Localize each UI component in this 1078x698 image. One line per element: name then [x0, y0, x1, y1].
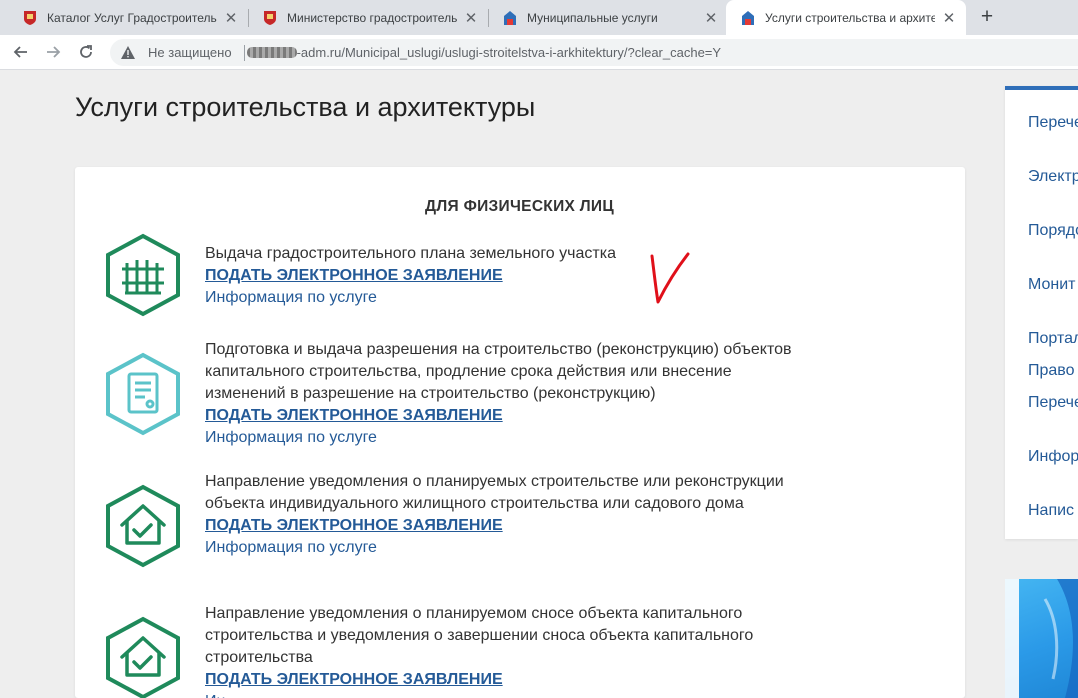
- service-name: Выдача градостроительного плана земельно…: [205, 245, 616, 262]
- close-icon[interactable]: ✕: [463, 10, 479, 27]
- house-check-icon: [105, 484, 181, 568]
- fence-icon: [105, 233, 181, 317]
- site-logo-icon: [502, 10, 518, 26]
- apply-link[interactable]: ПОДАТЬ ЭЛЕКТРОННОЕ ЗАЯВЛЕНИЕ: [205, 405, 795, 427]
- arrow-right-icon: [47, 46, 61, 58]
- house-check-icon: [105, 616, 181, 698]
- service-name: Направление уведомления о планируемых ст…: [205, 473, 784, 512]
- checkmark-annotation-icon: [650, 252, 690, 304]
- sidebar-item[interactable]: Перечень услуг: [1028, 392, 1078, 414]
- tab-title: Услуги строительства и архите: [765, 10, 935, 25]
- service-item: Подготовка и выдача разрешения на строит…: [205, 339, 795, 449]
- sidebar-item[interactable]: Монит предос: [1028, 274, 1078, 296]
- section-heading: ДЛЯ ФИЗИЧЕСКИХ ЛИЦ: [425, 198, 614, 215]
- sidebar-item[interactable]: Право: [1028, 360, 1078, 382]
- reload-button[interactable]: [75, 41, 97, 63]
- sidebar-item[interactable]: Электронные Нижег: [1028, 166, 1078, 188]
- apply-link[interactable]: ПОДАТЬ ЭЛЕКТРОННОЕ ЗАЯВЛЕНИЕ: [205, 515, 795, 537]
- browser-tab-active[interactable]: Услуги строительства и архите ✕: [726, 0, 966, 35]
- security-label[interactable]: Не защищено: [148, 45, 232, 60]
- info-link[interactable]: Информация по услуге: [205, 287, 795, 309]
- service-name: Подготовка и выдача разрешения на строит…: [205, 341, 792, 402]
- browser-tab-strip: Каталог Услуг Градостроительн ✕ Министер…: [0, 0, 1078, 35]
- sidebar-menu: Перечень услуг К Электронные Нижег Поряд…: [1005, 86, 1078, 539]
- site-logo-icon: [740, 10, 756, 26]
- sidebar-item[interactable]: Напис: [1028, 500, 1078, 522]
- document-icon: [105, 352, 181, 436]
- browser-tab[interactable]: Министерство градостроитель ✕: [248, 0, 488, 35]
- info-link[interactable]: Информация по услуге: [205, 427, 795, 449]
- service-item: Направление уведомления о планируемом сн…: [205, 603, 795, 698]
- service-name: Направление уведомления о планируемом сн…: [205, 605, 754, 666]
- service-item: Выдача градостроительного плана земельно…: [205, 243, 795, 309]
- divider: [243, 44, 245, 61]
- banner-graphic: [1005, 579, 1078, 698]
- page-title: Услуги строительства и архитектуры: [75, 92, 536, 122]
- tab-title: Министерство градостроитель: [287, 10, 457, 25]
- sidebar-item[interactable]: Перечень услуг К: [1028, 112, 1078, 134]
- browser-tab[interactable]: Каталог Услуг Градостроительн ✕: [8, 0, 248, 35]
- sidebar-item[interactable]: Портал: [1028, 328, 1078, 350]
- close-icon[interactable]: ✕: [941, 10, 957, 27]
- new-tab-button[interactable]: +: [976, 5, 998, 28]
- url-text[interactable]: -adm.ru/Municipal_uslugi/uslugi-stroitel…: [297, 45, 722, 60]
- info-link[interactable]: Ин: [205, 691, 795, 698]
- apply-link[interactable]: ПОДАТЬ ЭЛЕКТРОННОЕ ЗАЯВЛЕНИЕ: [205, 265, 795, 287]
- browser-toolbar: Не защищено -adm.ru/Municipal_uslugi/usl…: [0, 35, 1078, 70]
- info-link[interactable]: Информация по услуге: [205, 537, 795, 559]
- arrow-left-icon: [13, 46, 27, 58]
- promo-banner[interactable]: [1005, 579, 1078, 698]
- reload-icon: [80, 45, 92, 58]
- redacted-domain: [246, 47, 297, 58]
- tab-title: Муниципальные услуги: [527, 10, 658, 25]
- browser-tab[interactable]: Муниципальные услуги ✕: [488, 0, 728, 35]
- coat-of-arms-icon: [22, 10, 38, 26]
- sidebar-item[interactable]: Инфор сотруд: [1028, 446, 1078, 468]
- apply-link[interactable]: ПОДАТЬ ЭЛЕКТРОННОЕ ЗАЯВЛЕНИЕ: [205, 669, 795, 691]
- back-button[interactable]: [10, 41, 32, 63]
- address-bar[interactable]: Не защищено -adm.ru/Municipal_uslugi/usl…: [110, 39, 1078, 66]
- close-icon[interactable]: ✕: [223, 10, 239, 27]
- coat-of-arms-icon: [262, 10, 278, 26]
- service-item: Направление уведомления о планируемых ст…: [205, 471, 795, 559]
- warning-icon[interactable]: [120, 45, 136, 61]
- tab-title: Каталог Услуг Градостроительн: [47, 10, 217, 25]
- forward-button[interactable]: [42, 41, 64, 63]
- sidebar-item[interactable]: Порядок муниц: [1028, 220, 1078, 242]
- close-icon[interactable]: ✕: [703, 10, 719, 27]
